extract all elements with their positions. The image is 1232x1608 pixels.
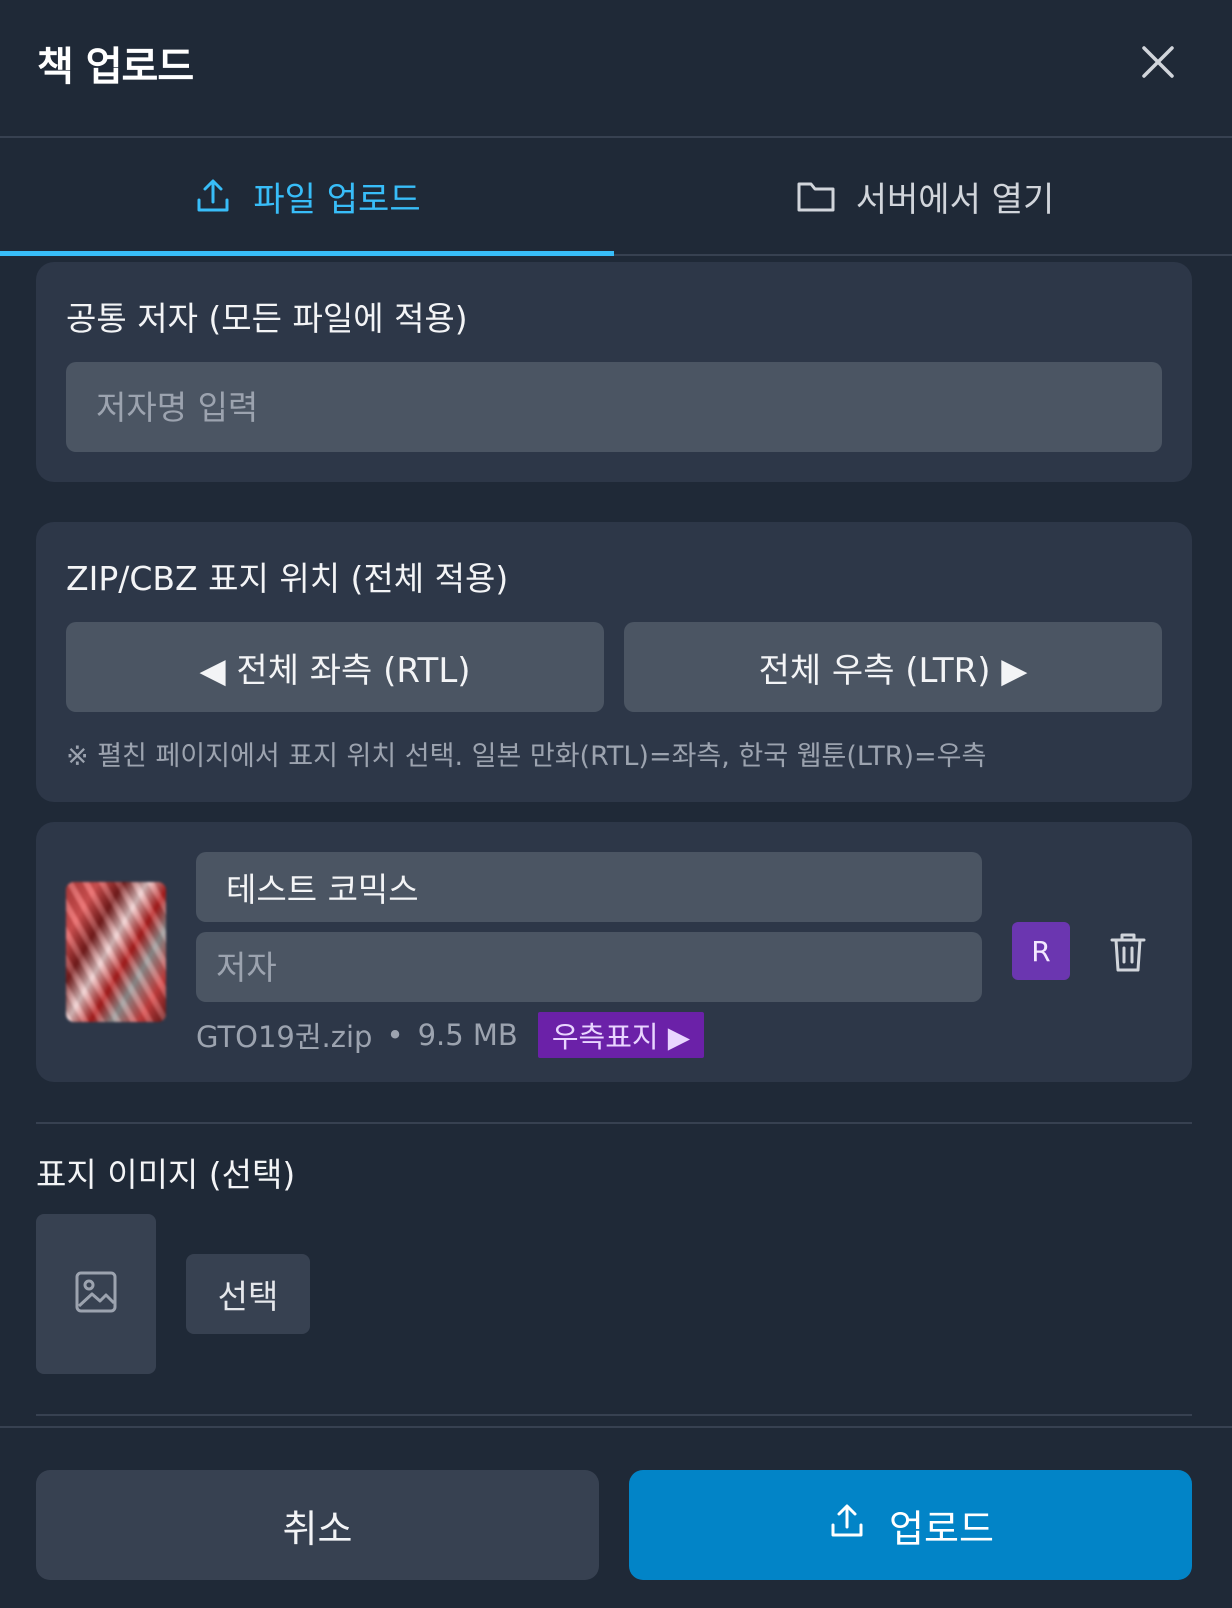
common-author-label: 공통 저자 (모든 파일에 적용) [66, 299, 468, 338]
divider [36, 1122, 1192, 1124]
cancel-button[interactable]: 취소 [36, 1470, 599, 1580]
cover-image-label: 표지 이미지 (선택) [36, 1155, 296, 1194]
all-right-ltr-button[interactable]: 전체 우측 (LTR) ▶ [624, 622, 1162, 712]
direction-toggle-button[interactable]: R [1012, 922, 1070, 980]
divider [36, 1414, 1192, 1416]
common-author-input[interactable] [66, 362, 1162, 452]
all-left-rtl-button[interactable]: ◀ 전체 좌측 (RTL) [66, 622, 604, 712]
file-title-input[interactable] [196, 852, 982, 922]
close-icon[interactable] [1136, 40, 1180, 84]
trash-icon[interactable] [1108, 930, 1148, 974]
upload-book-dialog: 책 업로드 파일 업로드 서버에서 열기 공통 저자 (모든 파일에 적용) 저… [0, 0, 1232, 1608]
tab-bar: 파일 업로드 서버에서 열기 [0, 138, 1232, 256]
upload-button[interactable]: 업로드 [629, 1470, 1192, 1580]
tab-open-from-server-label: 서버에서 열기 [855, 179, 1055, 220]
cover-direction-badge: 우측표지 ▶ [537, 1012, 705, 1058]
cover-image-preview [36, 1214, 156, 1374]
upload-button-label: 업로드 [889, 1506, 994, 1551]
folder-icon [796, 178, 836, 214]
select-cover-button[interactable]: 선택 [186, 1254, 310, 1334]
file-item-card: GTO19권.zip • 9.5 MB 우측표지 ▶ R [36, 822, 1192, 1082]
upload-icon [827, 1501, 867, 1550]
file-size: 9.5 MB [417, 1018, 518, 1052]
dialog-header: 책 업로드 [0, 0, 1232, 138]
footer-divider [0, 1426, 1232, 1428]
tab-file-upload[interactable]: 파일 업로드 [0, 138, 614, 256]
file-name: GTO19권.zip [196, 1020, 373, 1054]
cover-position-note: ※ 펼친 페이지에서 표지 위치 선택. 일본 만화(RTL)=좌측, 한국 웹… [66, 741, 987, 772]
upload-icon [193, 176, 233, 216]
file-thumbnail [66, 882, 166, 1022]
file-author-input[interactable] [196, 932, 982, 1002]
file-meta: GTO19권.zip • 9.5 MB 우측표지 ▶ [196, 1012, 705, 1058]
common-author-card: 공통 저자 (모든 파일에 적용) [36, 262, 1192, 482]
image-icon [74, 1270, 118, 1318]
dialog-title: 책 업로드 [37, 44, 194, 90]
meta-separator: • [386, 1018, 404, 1052]
cover-position-card: ZIP/CBZ 표지 위치 (전체 적용) ◀ 전체 좌측 (RTL) 전체 우… [36, 522, 1192, 802]
tab-file-upload-label: 파일 업로드 [253, 179, 421, 220]
cover-position-label: ZIP/CBZ 표지 위치 (전체 적용) [66, 559, 509, 598]
tab-open-from-server[interactable]: 서버에서 열기 [618, 138, 1232, 254]
